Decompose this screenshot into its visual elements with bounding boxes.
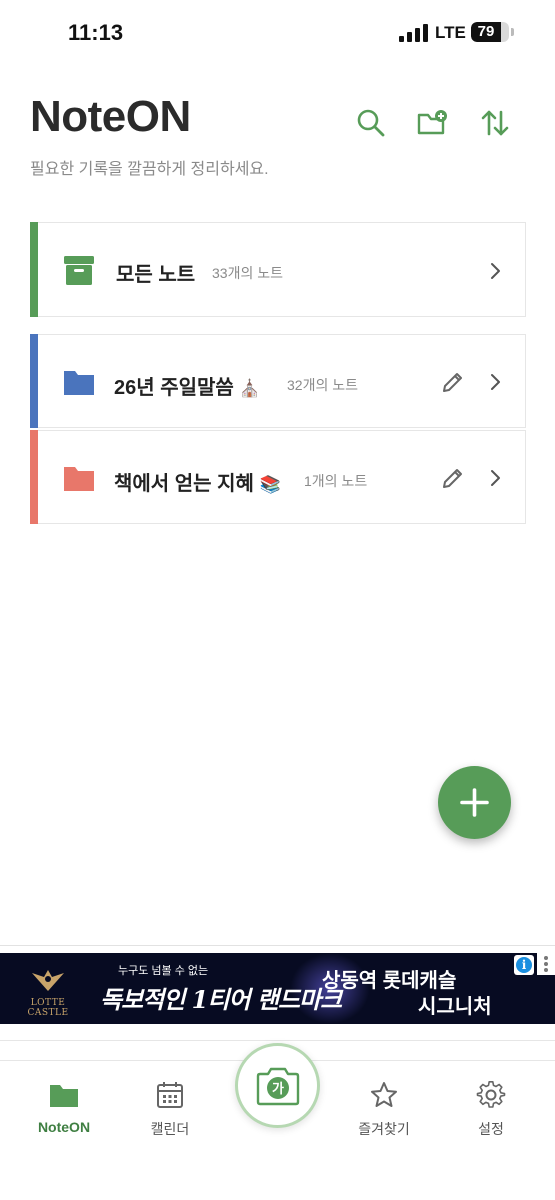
nav-label: NoteON [37, 1119, 91, 1135]
sort-icon [481, 110, 509, 136]
folder-card[interactable]: 26년 주일말씀 ⛪ 32개의 노트 [30, 334, 526, 428]
card-color-bar [30, 430, 38, 524]
search-button[interactable] [354, 106, 388, 140]
signal-icon [399, 24, 429, 42]
folder-icon [62, 461, 96, 495]
folder-name-text: 책에서 얻는 지혜 [114, 473, 254, 495]
star-icon [371, 1082, 397, 1107]
battery-level: 79 [477, 23, 495, 40]
folder-card[interactable]: 책에서 얻는 지혜 📚 1개의 노트 [30, 430, 526, 524]
status-bar: 11:13 LTE 79 [0, 0, 555, 64]
church-emoji: ⛪ [239, 379, 261, 398]
page-title: NoteON [30, 92, 191, 141]
books-emoji: 📚 [259, 475, 281, 494]
battery-icon: 79 [471, 22, 509, 42]
nav-noteon[interactable]: NoteON [19, 1080, 109, 1135]
folder-name: 26년 주일말씀 ⛪ [114, 371, 261, 400]
ad-logo-text: LOTTE CASTLE [27, 998, 69, 1018]
ad-script-text: 독보적인 1티어 랜드마크 [100, 985, 342, 1014]
nav-calendar[interactable]: 캘린더 [125, 1080, 215, 1139]
status-time: 11:13 [68, 20, 124, 45]
ad-headline-line1: 상동역 롯데캐슬 [322, 970, 457, 992]
add-note-button[interactable] [438, 766, 511, 839]
card-color-bar [30, 222, 38, 317]
ad-headline-line2: 시그니처 [418, 996, 492, 1018]
archive-icon [62, 253, 96, 287]
note-count: 32개의 노트 [287, 377, 358, 393]
chevron-right-icon [484, 260, 506, 282]
ad-divider [0, 945, 555, 946]
note-count: 1개의 노트 [304, 473, 368, 489]
folder-name: 책에서 얻는 지혜 📚 [114, 467, 281, 496]
chevron-right-icon [484, 467, 506, 489]
chevron-right-icon [484, 371, 506, 393]
plus-icon [460, 788, 489, 817]
camera-scan-button[interactable]: 가 [235, 1043, 320, 1128]
divider [0, 1040, 555, 1041]
ad-menu-button[interactable] [537, 953, 555, 975]
pencil-icon [443, 469, 462, 488]
search-icon [357, 109, 385, 137]
add-folder-button[interactable] [416, 106, 450, 140]
folder-name-text: 26년 주일말씀 [114, 377, 234, 399]
note-count: 33개의 노트 [212, 265, 283, 281]
calendar-icon [157, 1082, 183, 1108]
network-type: LTE [435, 23, 466, 42]
ad-brand-logo: LOTTE CASTLE [10, 967, 86, 1018]
folder-name: 모든 노트 [116, 264, 196, 286]
all-notes-card[interactable]: 모든 노트 33개의 노트 [30, 222, 526, 317]
menu-dot [544, 962, 548, 966]
page-subtitle: 필요한 기록을 깔끔하게 정리하세요. [30, 161, 269, 178]
ad-small-text: 누구도 넘볼 수 없는 [118, 965, 209, 977]
gear-icon [476, 1080, 506, 1108]
folder-icon [50, 1085, 78, 1107]
folder-add-icon [417, 110, 447, 135]
eagle-logo-icon [32, 970, 64, 991]
menu-dot [544, 956, 548, 960]
nav-label: 즐겨찾기 [358, 1121, 410, 1137]
camera-text-icon: 가 [256, 1067, 300, 1106]
info-icon: i [516, 957, 532, 973]
pencil-icon [443, 373, 462, 392]
nav-label: 설정 [478, 1121, 504, 1137]
nav-settings[interactable]: 설정 [446, 1080, 536, 1139]
camera-glyph: 가 [272, 1082, 284, 1097]
folder-icon [62, 365, 96, 399]
ad-info-button[interactable]: i [514, 955, 534, 975]
menu-dot [544, 968, 548, 972]
nav-favorites[interactable]: 즐겨찾기 [339, 1080, 429, 1139]
sort-button[interactable] [478, 106, 512, 140]
edit-folder-button[interactable] [440, 369, 466, 395]
edit-folder-button[interactable] [440, 465, 466, 491]
battery-cap [511, 28, 514, 36]
card-color-bar [30, 334, 38, 428]
ad-banner[interactable]: LOTTE CASTLE 누구도 넘볼 수 없는 독보적인 1티어 랜드마크 상… [0, 953, 555, 1024]
nav-label: 캘린더 [150, 1121, 190, 1137]
